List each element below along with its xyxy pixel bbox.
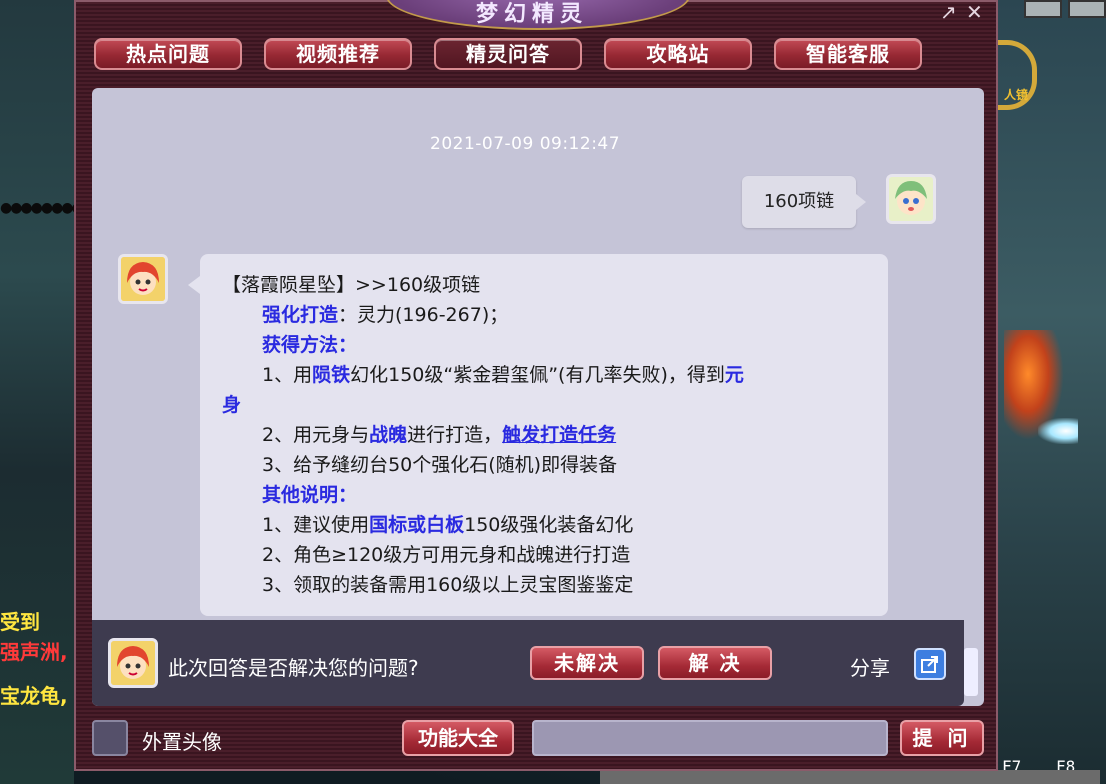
- scrollbar[interactable]: [964, 648, 978, 696]
- game-scene-left: ●●●●●●●●● 受到 强声洲, 宝龙龟,: [0, 0, 94, 784]
- keyword-link[interactable]: 战魄: [369, 424, 407, 446]
- sprite-avatar[interactable]: [118, 254, 168, 304]
- keyword-link[interactable]: 身: [222, 394, 241, 416]
- trigger-task-link[interactable]: 触发打造任务: [502, 424, 616, 446]
- note-text: 1、建议使用: [262, 514, 370, 536]
- enhance-label: 强化打造: [262, 304, 339, 326]
- pin-icon[interactable]: ↗: [940, 0, 957, 24]
- game-chat-line: 强声洲,: [0, 640, 68, 664]
- game-bottom-bar: [600, 770, 1100, 784]
- enhance-line: 强化打造：灵力(196-267)；: [222, 300, 870, 330]
- feedback-bar: 此次回答是否解决您的问题? 未解决 解 决 分享: [92, 620, 964, 706]
- hud-button[interactable]: [1068, 0, 1106, 18]
- obtain-heading: 获得方法：: [222, 330, 870, 360]
- tab-sprite-qa[interactable]: 精灵问答: [434, 38, 582, 70]
- note-3: 3、领取的装备需用160级以上灵宝图鉴鉴定: [262, 574, 634, 596]
- keyword-link[interactable]: 元: [725, 364, 744, 386]
- user-message: 160项链: [742, 176, 866, 228]
- note-text: 150级强化装备幻化: [464, 514, 634, 536]
- other-label: 其他说明：: [262, 484, 358, 506]
- tab-hot-questions[interactable]: 热点问题: [94, 38, 242, 70]
- step-text: 幻化150级“紫金碧玺佩”(有几率失败)，得到: [350, 364, 725, 386]
- note-2: 2、角色≥120级方可用元身和战魄进行打造: [262, 544, 631, 566]
- tab-video[interactable]: 视频推荐: [264, 38, 412, 70]
- light-beam: [1038, 418, 1078, 444]
- hud-label: 人镜: [1004, 88, 1029, 102]
- step-text: 2、用元身与: [262, 424, 370, 446]
- share-label: 分享: [850, 656, 890, 680]
- solved-button[interactable]: 解 决: [658, 646, 772, 680]
- enhance-value: ：灵力(196-267)；: [338, 304, 509, 326]
- step-text: 1、用: [262, 364, 313, 386]
- step-1-wrap: 身: [222, 390, 870, 420]
- sprite-window: 梦幻精灵 ↗ ✕ 热点问题 视频推荐 精灵问答 攻略站 智能客服 2021-07…: [74, 0, 998, 771]
- feedback-sprite-avatar: [108, 638, 158, 688]
- other-heading: 其他说明：: [222, 480, 870, 510]
- tab-guides[interactable]: 攻略站: [604, 38, 752, 70]
- step-text: 进行打造，: [407, 424, 503, 446]
- item-name: 【落霞陨星坠】: [222, 274, 356, 296]
- game-scene-right: 人镜 F7 F8: [992, 0, 1106, 784]
- chat-timestamp: 2021-07-09 09:12:47: [430, 134, 621, 154]
- user-avatar[interactable]: [886, 174, 936, 224]
- note-1: 1、建议使用国标或白板150级强化装备幻化: [222, 510, 870, 540]
- keyword-link[interactable]: 陨铁: [312, 364, 350, 386]
- functions-button[interactable]: 功能大全: [402, 720, 514, 756]
- item-desc: >>160级项链: [355, 274, 481, 296]
- game-chat-line: 宝龙龟,: [0, 684, 68, 708]
- obtain-label: 获得方法：: [262, 334, 358, 356]
- close-icon[interactable]: ✕: [966, 0, 983, 24]
- external-avatar-label: 外置头像: [142, 730, 222, 754]
- hud-button[interactable]: [1024, 0, 1062, 18]
- keyword-link[interactable]: 国标或白板: [369, 514, 464, 536]
- tab-support[interactable]: 智能客服: [774, 38, 922, 70]
- window-title: 梦幻精灵: [476, 2, 589, 27]
- step-1: 1、用陨铁幻化150级“紫金碧玺佩”(有几率失败)，得到元: [222, 360, 870, 390]
- feedback-question: 此次回答是否解决您的问题?: [168, 656, 419, 680]
- unsolved-button[interactable]: 未解决: [530, 646, 644, 680]
- input-row: 外置头像 功能大全 提 问: [76, 716, 1000, 760]
- chat-panel[interactable]: 2021-07-09 09:12:47 160项链 【落霞陨星坠】>>160级项…: [92, 88, 984, 706]
- step-3: 3、给予缝纫台50个强化石(随机)即得装备: [262, 454, 618, 476]
- ask-button[interactable]: 提 问: [900, 720, 984, 756]
- share-icon[interactable]: [914, 648, 946, 680]
- nav-tabs: 热点问题 视频推荐 精灵问答 攻略站 智能客服: [94, 38, 922, 70]
- answer-title-line: 【落霞陨星坠】>>160级项链: [222, 270, 870, 300]
- game-chat-line: 受到: [0, 610, 40, 634]
- external-avatar-checkbox[interactable]: [92, 720, 128, 756]
- ask-input[interactable]: [532, 720, 888, 756]
- step-2: 2、用元身与战魄进行打造，触发打造任务: [222, 420, 870, 450]
- answer-bubble: 【落霞陨星坠】>>160级项链 强化打造：灵力(196-267)； 获得方法： …: [188, 254, 888, 616]
